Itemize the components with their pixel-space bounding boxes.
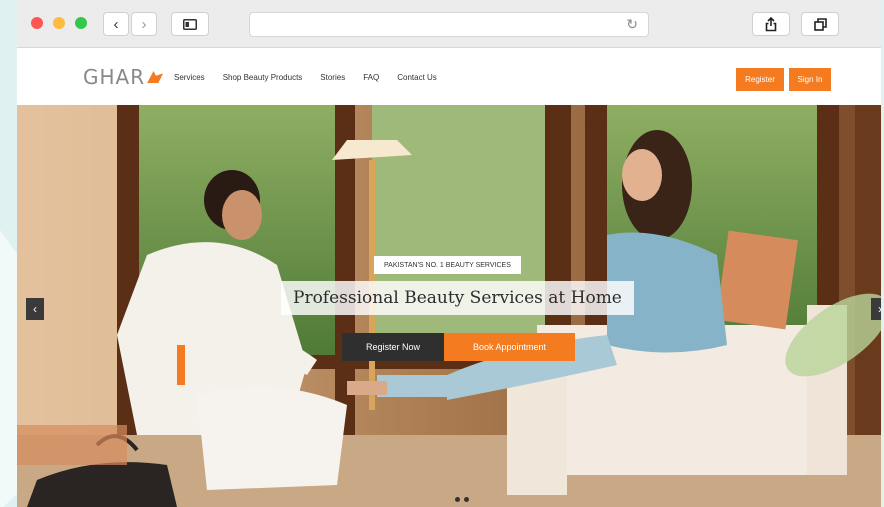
register-button[interactable]: Register — [736, 68, 784, 91]
sidebar-icon — [183, 18, 197, 30]
hero-headline: Professional Beauty Services at Home — [281, 281, 634, 315]
register-now-button[interactable]: Register Now — [342, 333, 444, 361]
hero-tagline: PAKISTAN'S NO. 1 BEAUTY SERVICES — [374, 256, 521, 274]
nav-services[interactable]: Services — [174, 73, 205, 82]
carousel-dot[interactable] — [464, 497, 469, 502]
chevron-left-icon: ‹ — [33, 302, 37, 316]
site-header: GHAR Services Shop Beauty Products Stori… — [17, 49, 881, 105]
hero-carousel: ‹ › PAKISTAN'S NO. 1 BEAUTY SERVICES Pro… — [17, 105, 881, 507]
sidebar-toggle-button[interactable] — [171, 12, 209, 36]
logo-mark-icon — [147, 71, 164, 83]
share-button[interactable] — [752, 12, 790, 36]
back-button[interactable]: ‹ — [103, 12, 129, 36]
browser-window: ‹ › ↻ GHAR Services Shop Beauty Products… — [17, 0, 881, 507]
carousel-prev-button[interactable]: ‹ — [26, 298, 44, 320]
nav-faq[interactable]: FAQ — [363, 73, 379, 82]
site-logo[interactable]: GHAR — [83, 65, 164, 89]
main-nav: Services Shop Beauty Products Stories FA… — [174, 73, 455, 82]
tabs-icon — [813, 17, 827, 31]
close-window-button[interactable] — [31, 17, 43, 29]
carousel-dot[interactable] — [455, 497, 460, 502]
nav-contact-us[interactable]: Contact Us — [397, 73, 437, 82]
share-icon — [765, 16, 777, 31]
nav-stories[interactable]: Stories — [320, 73, 345, 82]
nav-shop-beauty-products[interactable]: Shop Beauty Products — [223, 73, 303, 82]
chevron-right-icon: › — [878, 302, 881, 316]
address-bar[interactable]: ↻ — [249, 12, 649, 37]
sign-in-button[interactable]: Sign In — [789, 68, 831, 91]
reload-icon[interactable]: ↻ — [626, 16, 638, 33]
forward-button[interactable]: › — [131, 12, 157, 36]
book-appointment-button[interactable]: Book Appointment — [444, 333, 575, 361]
carousel-next-button[interactable]: › — [871, 298, 881, 320]
carousel-indicators — [455, 497, 469, 502]
minimize-window-button[interactable] — [53, 17, 65, 29]
browser-toolbar: ‹ › ↻ — [17, 0, 881, 48]
zoom-window-button[interactable] — [75, 17, 87, 29]
chevron-left-icon: ‹ — [113, 15, 119, 33]
chevron-right-icon: › — [141, 15, 147, 33]
tab-overview-button[interactable] — [801, 12, 839, 36]
